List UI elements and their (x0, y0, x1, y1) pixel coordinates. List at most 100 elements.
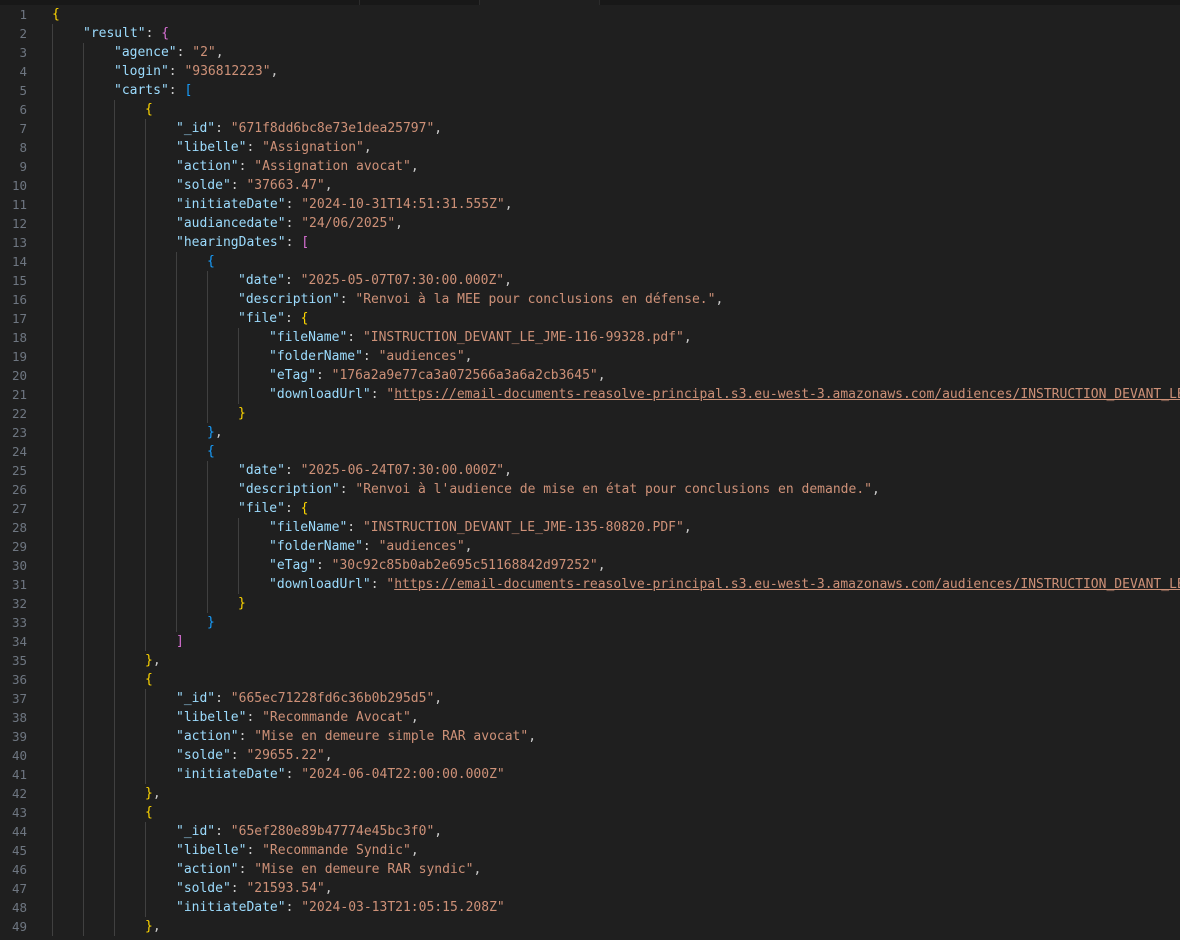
code-text[interactable]: "eTag": "176a2a9e77ca3a072566a3a6a2cb364… (269, 366, 606, 385)
code-line[interactable]: 23}, (0, 423, 1180, 442)
code-text[interactable]: "solde": "21593.54", (176, 879, 333, 898)
code-text[interactable]: "fileName": "INSTRUCTION_DEVANT_LE_JME-1… (269, 328, 692, 347)
code-text[interactable]: "_id": "665ec71228fd6c36b0b295d5", (176, 689, 442, 708)
code-text[interactable]: "_id": "671f8dd6bc8e73e1dea25797", (176, 119, 442, 138)
code-text[interactable]: "initiateDate": "2024-03-13T21:05:15.208… (176, 898, 505, 917)
code-line[interactable]: 48 "initiateDate": "2024-03-13T21:05:15.2… (0, 898, 1180, 917)
code-line[interactable]: 38 "libelle": "Recommande Avocat", (0, 708, 1180, 727)
url-link[interactable]: https://email-documents-reasolve-princip… (394, 577, 1180, 592)
code-text[interactable]: ] (176, 632, 184, 651)
code-text[interactable]: "audiancedate": "24/06/2025", (176, 214, 403, 233)
code-line[interactable]: 5 "carts": [ (0, 81, 1180, 100)
code-line[interactable]: 7 "_id": "671f8dd6bc8e73e1dea25797", (0, 119, 1180, 138)
code-line[interactable]: 6{ (0, 100, 1180, 119)
code-text[interactable]: }, (145, 784, 161, 803)
code-text[interactable]: "downloadUrl": "https://email-documents-… (269, 575, 1180, 594)
code-line[interactable]: 18 "fileName": "INSTRUCTION_DEVANT_LE_JME… (0, 328, 1180, 347)
code-text[interactable]: "description": "Renvoi à l'audience de m… (238, 480, 880, 499)
code-line[interactable]: 39 "action": "Mise en demeure simple RAR … (0, 727, 1180, 746)
code-line[interactable]: 46 "action": "Mise en demeure RAR syndic"… (0, 860, 1180, 879)
code-line[interactable]: 20 "eTag": "176a2a9e77ca3a072566a3a6a2cb3… (0, 366, 1180, 385)
code-line[interactable]: 10 "solde": "37663.47", (0, 176, 1180, 195)
code-text[interactable]: { (145, 803, 153, 822)
code-text[interactable]: "fileName": "INSTRUCTION_DEVANT_LE_JME-1… (269, 518, 692, 537)
code-line[interactable]: 29 "folderName": "audiences", (0, 537, 1180, 556)
code-text[interactable]: }, (145, 917, 161, 936)
code-line[interactable]: 1{ (0, 5, 1180, 24)
url-link[interactable]: https://email-documents-reasolve-princip… (394, 387, 1180, 402)
code-text[interactable]: { (145, 670, 153, 689)
code-line[interactable]: 17 "file": { (0, 309, 1180, 328)
code-text[interactable]: "initiateDate": "2024-10-31T14:51:31.555… (176, 195, 513, 214)
code-line[interactable]: 33} (0, 613, 1180, 632)
code-line[interactable]: 13 "hearingDates": [ (0, 233, 1180, 252)
code-text[interactable]: "libelle": "Assignation", (176, 138, 372, 157)
code-text[interactable]: { (207, 442, 215, 461)
code-line[interactable]: 3 "agence": "2", (0, 43, 1180, 62)
code-text[interactable]: } (238, 404, 246, 423)
code-line[interactable]: 34] (0, 632, 1180, 651)
code-line[interactable]: 49}, (0, 917, 1180, 936)
code-text[interactable]: "action": "Mise en demeure simple RAR av… (176, 727, 536, 746)
code-line[interactable]: 22} (0, 404, 1180, 423)
code-text[interactable]: "hearingDates": [ (176, 233, 309, 252)
code-text[interactable]: "solde": "37663.47", (176, 176, 333, 195)
code-line[interactable]: 47 "solde": "21593.54", (0, 879, 1180, 898)
code-line[interactable]: 27 "file": { (0, 499, 1180, 518)
code-line[interactable]: 14 { (0, 252, 1180, 271)
code-text[interactable]: } (207, 613, 215, 632)
code-line[interactable]: 15 "date": "2025-05-07T07:30:00.000Z", (0, 271, 1180, 290)
code-line[interactable]: 31 "downloadUrl": "https://email-document… (0, 575, 1180, 594)
code-text[interactable]: "eTag": "30c92c85b0ab2e695c51168842d9725… (269, 556, 606, 575)
code-text[interactable]: "downloadUrl": "https://email-documents-… (269, 385, 1180, 404)
code-text[interactable]: "description": "Renvoi à la MEE pour con… (238, 290, 723, 309)
code-line[interactable]: 30 "eTag": "30c92c85b0ab2e695c51168842d97… (0, 556, 1180, 575)
code-line[interactable]: 16 "description": "Renvoi à la MEE pour c… (0, 290, 1180, 309)
code-text[interactable]: "initiateDate": "2024-06-04T22:00:00.000… (176, 765, 505, 784)
code-text[interactable]: "file": { (238, 309, 308, 328)
code-line[interactable]: 40 "solde": "29655.22", (0, 746, 1180, 765)
code-line[interactable]: 35}, (0, 651, 1180, 670)
code-line[interactable]: 41 "initiateDate": "2024-06-04T22:00:00.0… (0, 765, 1180, 784)
code-text[interactable]: { (207, 252, 215, 271)
code-line[interactable]: 42}, (0, 784, 1180, 803)
code-text[interactable]: { (145, 100, 153, 119)
code-text[interactable]: "date": "2025-05-07T07:30:00.000Z", (238, 271, 512, 290)
code-line[interactable]: 43 { (0, 803, 1180, 822)
code-text[interactable]: } (238, 594, 246, 613)
code-line[interactable]: 4 "login": "936812223", (0, 62, 1180, 81)
code-text[interactable]: "date": "2025-06-24T07:30:00.000Z", (238, 461, 512, 480)
code-line[interactable]: 11 "initiateDate": "2024-10-31T14:51:31.5… (0, 195, 1180, 214)
code-line[interactable]: 21 "downloadUrl": "https://email-document… (0, 385, 1180, 404)
code-line[interactable]: 25 "date": "2025-06-24T07:30:00.000Z", (0, 461, 1180, 480)
code-text[interactable]: }, (145, 651, 161, 670)
code-text[interactable]: "solde": "29655.22", (176, 746, 333, 765)
code-line[interactable]: 26 "description": "Renvoi à l'audience de… (0, 480, 1180, 499)
code-line[interactable]: 2 "result": { (0, 24, 1180, 43)
code-text[interactable]: "folderName": "audiences", (269, 347, 473, 366)
code-line[interactable]: 36 { (0, 670, 1180, 689)
code-text[interactable]: { (52, 5, 60, 24)
code-line[interactable]: 45 "libelle": "Recommande Syndic", (0, 841, 1180, 860)
code-text[interactable]: "libelle": "Recommande Avocat", (176, 708, 419, 727)
code-line[interactable]: 19 "folderName": "audiences", (0, 347, 1180, 366)
code-line[interactable]: 9 "action": "Assignation avocat", (0, 157, 1180, 176)
code-text[interactable]: "folderName": "audiences", (269, 537, 473, 556)
code-text[interactable]: }, (207, 423, 223, 442)
code-text[interactable]: "carts": [ (114, 81, 192, 100)
code-line[interactable]: 12 "audiancedate": "24/06/2025", (0, 214, 1180, 233)
code-line[interactable]: 24 { (0, 442, 1180, 461)
code-line[interactable]: 44 "_id": "65ef280e89b47774e45bc3f0", (0, 822, 1180, 841)
code-text[interactable]: "libelle": "Recommande Syndic", (176, 841, 419, 860)
code-editor[interactable]: 1{2 "result": {3 "agence": "2", 4 "login": "… (0, 0, 1180, 940)
code-text[interactable]: "login": "936812223", (114, 62, 278, 81)
code-line[interactable]: 32} (0, 594, 1180, 613)
code-line[interactable]: 8 "libelle": "Assignation", (0, 138, 1180, 157)
code-text[interactable]: "file": { (238, 499, 308, 518)
code-line[interactable]: 37 "_id": "665ec71228fd6c36b0b295d5", (0, 689, 1180, 708)
code-line[interactable]: 28 "fileName": "INSTRUCTION_DEVANT_LE_JME… (0, 518, 1180, 537)
code-text[interactable]: "result": { (83, 24, 169, 43)
code-text[interactable]: "action": "Mise en demeure RAR syndic", (176, 860, 481, 879)
code-text[interactable]: "_id": "65ef280e89b47774e45bc3f0", (176, 822, 442, 841)
code-text[interactable]: "action": "Assignation avocat", (176, 157, 419, 176)
